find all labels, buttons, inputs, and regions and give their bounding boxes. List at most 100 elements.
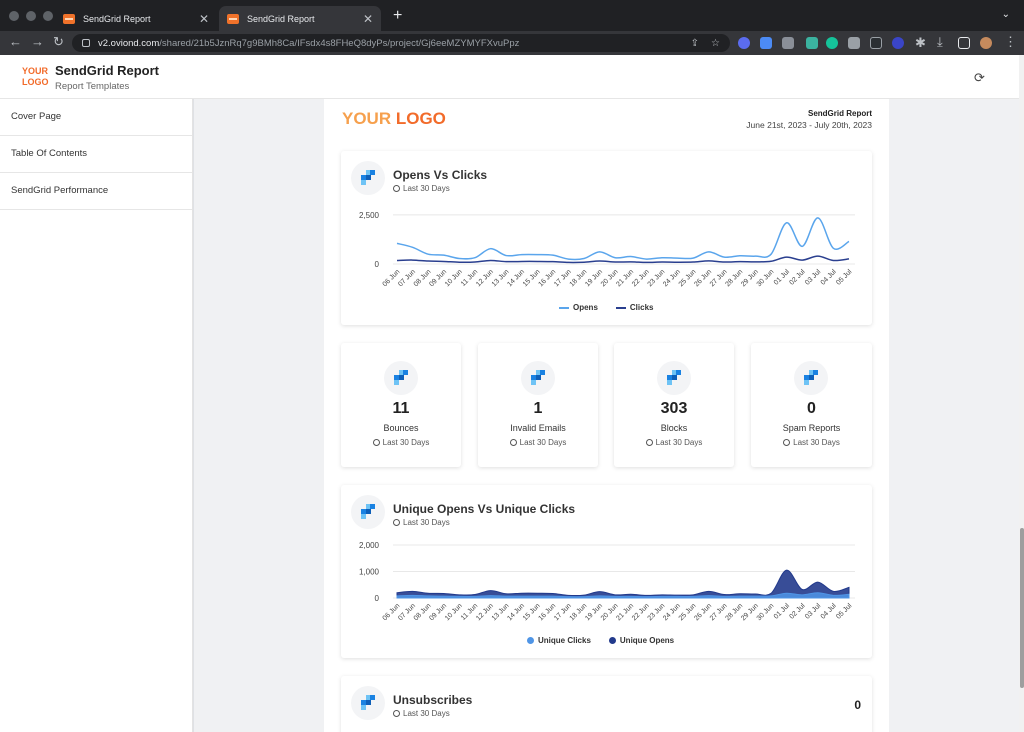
stat-label: Bounces <box>383 423 419 433</box>
star-icon[interactable]: ☆ <box>711 38 720 49</box>
close-icon[interactable]: ✕ <box>199 12 209 26</box>
sidebar-item-label: SendGrid Performance <box>11 185 109 196</box>
extension-icon[interactable] <box>760 37 772 49</box>
unique-opens-clicks-card: Unique Opens Vs Unique Clicks Last 30 Da… <box>341 485 872 658</box>
card-title: Unsubscribes <box>393 693 473 707</box>
extension-icon[interactable] <box>892 37 904 49</box>
sidebar-item-cover-page[interactable]: Cover Page <box>0 99 192 136</box>
window-controls <box>9 11 53 21</box>
card-period: Last 30 Days <box>393 184 450 193</box>
period-label: Last 30 Days <box>655 438 703 447</box>
share-icon[interactable]: ⇪ <box>691 38 699 49</box>
invalid-emails-card: 1 Invalid Emails Last 30 Days <box>478 343 598 467</box>
x-tick-label: 30 Jun <box>756 268 776 288</box>
browser-toolbar: ← → ↻ v2.oviond.com/shared/21b5JznRq7g9B… <box>0 31 1024 55</box>
period-label: Last 30 Days <box>403 709 450 718</box>
puzzle-icon[interactable]: ✱ <box>915 35 926 51</box>
grammarly-icon[interactable] <box>826 37 838 49</box>
tab-title: SendGrid Report <box>83 13 151 24</box>
report-header-meta: SendGrid Report June 21st, 2023 - July 2… <box>746 109 872 130</box>
card-period: Last 30 Days <box>341 438 461 447</box>
forward-arrow-icon[interactable]: → <box>31 34 44 49</box>
logo: YOUR LOGO <box>22 66 49 88</box>
report-header-title: SendGrid Report <box>807 109 872 118</box>
spam-reports-card: 0 Spam Reports Last 30 Days <box>751 343 872 467</box>
logo-line-1: YOUR <box>22 66 49 76</box>
more-menu-icon[interactable]: ⋮ <box>1004 34 1017 50</box>
back-arrow-icon[interactable]: ← <box>9 34 22 49</box>
stat-value: 303 <box>660 400 688 417</box>
chevron-down-icon[interactable]: ⌄ <box>1002 9 1010 20</box>
extension-icon[interactable] <box>782 37 794 49</box>
stat-value: 11 <box>392 400 410 417</box>
report-page: YOUR LOGO SendGrid Report June 21st, 202… <box>324 99 889 732</box>
x-tick-label: 03 Jul <box>804 268 822 286</box>
globe-icon <box>393 185 400 192</box>
sidebar-item-table-of-contents[interactable]: Table Of Contents <box>0 136 192 173</box>
close-window-button[interactable] <box>9 11 19 21</box>
minimize-window-button[interactable] <box>26 11 36 21</box>
card-period: Last 30 Days <box>478 438 598 447</box>
stat-label: Invalid Emails <box>510 423 566 433</box>
report-canvas: YOUR LOGO SendGrid Report June 21st, 202… <box>194 99 1019 732</box>
profile-avatar[interactable] <box>980 37 992 49</box>
legend-item[interactable]: Unique Clicks <box>527 636 591 645</box>
y-tick-label: 2,000 <box>359 541 380 550</box>
y-tick-label: 2,500 <box>359 211 380 220</box>
tab-favicon-icon <box>63 13 75 24</box>
opens-vs-clicks-card: Opens Vs Clicks Last 30 Days 2,500 0 06 Ju… <box>341 151 872 325</box>
x-tick-label: 05 Jul <box>835 602 853 620</box>
url-host: v2.oviond.com <box>98 37 160 49</box>
legend-label: Unique Opens <box>619 636 675 645</box>
page-title: SendGrid Report <box>55 63 160 78</box>
legend-item[interactable]: Clicks <box>615 303 653 312</box>
refresh-icon[interactable]: ⟳ <box>974 70 985 86</box>
page-subtitle: Report Templates <box>55 81 130 92</box>
x-tick-label: 02 Jul <box>788 602 806 620</box>
x-tick-label: 03 Jul <box>804 602 822 620</box>
stat-label: Blocks <box>660 423 688 433</box>
browser-tab-2[interactable]: SendGrid Report ✕ <box>219 6 381 31</box>
globe-icon <box>645 439 653 446</box>
new-tab-icon[interactable]: + <box>393 7 402 25</box>
legend-swatch <box>608 637 616 644</box>
extension-icon[interactable] <box>806 37 818 49</box>
sidepanel-icon[interactable] <box>958 37 970 49</box>
card-period: Last 30 Days <box>393 709 450 718</box>
extension-icon[interactable] <box>738 37 750 49</box>
period-label: Last 30 Days <box>382 438 430 447</box>
sidebar-item-sendgrid-performance[interactable]: SendGrid Performance <box>0 173 192 210</box>
legend-label: Opens <box>573 303 598 312</box>
browser-tab-1[interactable]: SendGrid Report ✕ <box>55 6 217 31</box>
globe-icon <box>509 439 517 446</box>
period-label: Last 30 Days <box>403 518 450 527</box>
extension-icon[interactable] <box>870 37 882 49</box>
x-tick-label: 04 Jul <box>820 602 838 620</box>
scrollbar-thumb[interactable] <box>1020 528 1024 688</box>
sendgrid-icon <box>384 361 418 395</box>
legend-swatch <box>615 306 626 309</box>
period-label: Last 30 Days <box>403 184 450 193</box>
sendgrid-icon <box>657 361 691 395</box>
globe-icon <box>372 439 380 446</box>
globe-icon <box>783 439 791 446</box>
report-date-range: June 21st, 2023 - July 20th, 2023 <box>746 120 872 130</box>
reload-icon[interactable]: ↻ <box>53 34 64 50</box>
legend-item[interactable]: Unique Opens <box>608 636 675 645</box>
x-tick-label: 01 Jul <box>773 268 791 286</box>
maximize-window-button[interactable] <box>43 11 53 21</box>
unsubscribes-card: Unsubscribes Last 30 Days 0 <box>341 676 872 732</box>
close-icon[interactable]: ✕ <box>363 12 373 26</box>
legend-item[interactable]: Opens <box>559 303 598 312</box>
x-tick-label: 30 Jun <box>756 602 776 622</box>
x-tick-label: 05 Jul <box>835 268 853 286</box>
address-bar[interactable]: v2.oviond.com/shared/21b5JznRq7g9BMh8Ca/… <box>72 34 730 52</box>
browser-tab-bar: SendGrid Report ✕ SendGrid Report ✕ + ⌄ <box>0 0 1024 31</box>
camera-icon[interactable] <box>848 37 860 49</box>
download-icon[interactable]: ⤓ <box>937 34 943 50</box>
card-title: Unique Opens Vs Unique Clicks <box>393 502 576 516</box>
chart-legend: Opens Clicks <box>559 303 653 312</box>
url-path: /shared/21b5JznRq7g9BMh8Ca/IFsdx4s8FHeQ8… <box>159 37 520 49</box>
scrollbar[interactable] <box>1019 55 1024 732</box>
legend-label: Unique Clicks <box>538 636 591 645</box>
